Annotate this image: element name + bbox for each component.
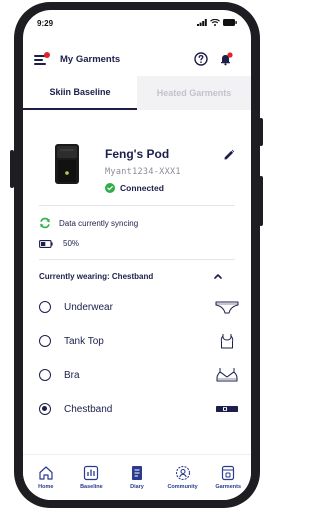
status-bar: 9:29: [23, 10, 251, 36]
radio-button[interactable]: [39, 369, 51, 381]
phone-battery-icon: [223, 19, 237, 26]
garment-label: Underwear: [64, 301, 113, 313]
pod-battery: 50%: [39, 239, 79, 248]
nav-home-label: Home: [38, 484, 54, 490]
signal-icon: [197, 19, 207, 26]
nav-home[interactable]: Home: [23, 455, 69, 500]
bra-icon: [216, 368, 238, 382]
nav-baseline-label: Baseline: [80, 484, 103, 490]
check-circle-icon: [105, 183, 115, 193]
radio-button[interactable]: [39, 335, 51, 347]
help-icon[interactable]: [194, 52, 208, 66]
radio-button[interactable]: [39, 301, 51, 313]
nav-garments-label: Garments: [215, 484, 242, 490]
divider: [39, 205, 235, 206]
edit-pencil-icon[interactable]: [223, 149, 235, 161]
garment-option-underwear[interactable]: Underwear: [39, 296, 239, 318]
status-time: 9:29: [37, 19, 54, 28]
divider: [39, 259, 235, 260]
nav-community-label: Community: [167, 484, 198, 490]
pod-serial: Myant1234-XXX1: [105, 167, 181, 177]
phone-power-button: [259, 118, 263, 146]
pod-name: Feng's Pod: [105, 147, 170, 161]
chevron-up-icon[interactable]: [213, 272, 223, 280]
notifications-bell-icon[interactable]: [219, 52, 233, 66]
app-header: My Garments: [23, 52, 251, 72]
menu-icon[interactable]: [34, 52, 50, 66]
battery-percent: 50%: [63, 239, 80, 248]
sync-status-text: Data currently syncing: [59, 218, 139, 228]
nav-diary[interactable]: Diary: [114, 455, 160, 500]
chestband-icon: [216, 406, 238, 412]
menu-notification-dot: [44, 52, 50, 58]
nav-garments[interactable]: Garments: [205, 455, 251, 500]
garments-icon: [222, 465, 235, 481]
nav-community[interactable]: Community: [160, 455, 206, 500]
community-icon: [175, 465, 190, 481]
page-title: My Garments: [60, 54, 121, 65]
garment-tabs: Skiin Baseline Heated Garments: [23, 76, 251, 110]
home-icon: [39, 466, 53, 480]
status-icons: [197, 19, 237, 26]
bottom-navigation: Home Baseline Diary Community Garments: [23, 454, 251, 500]
garment-label: Chestband: [64, 403, 113, 415]
phone-volume-button: [10, 150, 14, 188]
tank-top-icon: [220, 334, 234, 349]
sync-status: Data currently syncing: [39, 217, 138, 229]
garment-option-chestband[interactable]: Chestband: [39, 398, 239, 420]
currently-wearing-label: Currently wearing: Chestband: [39, 272, 154, 281]
garment-label: Bra: [64, 369, 80, 381]
battery-icon: [39, 239, 53, 248]
garment-option-tank-top[interactable]: Tank Top: [39, 330, 239, 352]
garment-option-bra[interactable]: Bra: [39, 364, 239, 386]
diary-icon: [131, 466, 142, 480]
tab-heated-garments[interactable]: Heated Garments: [137, 76, 251, 110]
nav-baseline[interactable]: Baseline: [69, 455, 115, 500]
radio-button-selected[interactable]: [39, 403, 51, 415]
pod-device-image: [55, 144, 79, 184]
phone-side-button: [259, 176, 263, 226]
baseline-chart-icon: [84, 465, 99, 481]
garment-label: Tank Top: [64, 335, 104, 347]
wifi-icon: [210, 19, 220, 26]
battery-fill-level: [41, 241, 46, 246]
underwear-icon: [215, 301, 239, 314]
sync-icon: [40, 217, 50, 229]
tab-skiin-baseline[interactable]: Skiin Baseline: [23, 76, 137, 110]
app-screen: 9:29 My Garments Skiin Baseline Heated G…: [23, 10, 251, 500]
nav-diary-label: Diary: [130, 484, 144, 490]
connection-status-label: Connected: [120, 183, 164, 193]
connection-status: Connected: [105, 183, 164, 193]
